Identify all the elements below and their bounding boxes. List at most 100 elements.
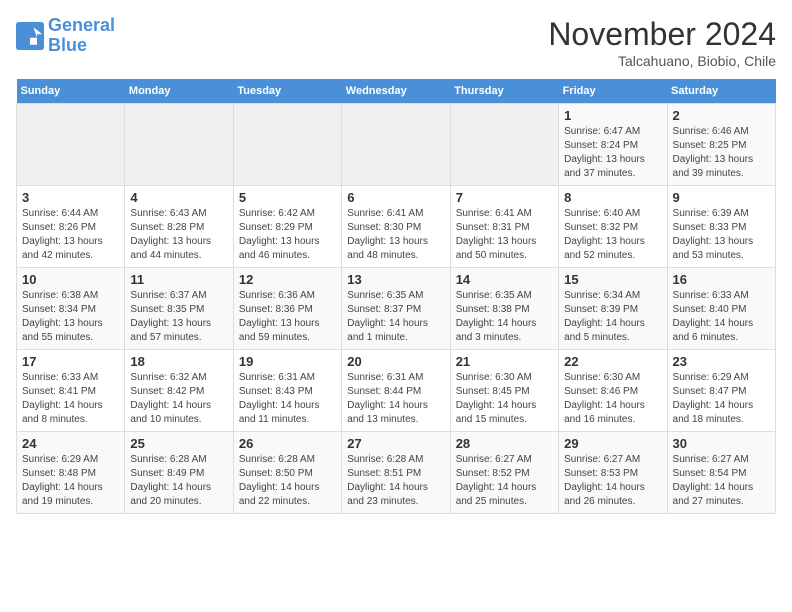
day-detail: Sunrise: 6:27 AM Sunset: 8:53 PM Dayligh…	[564, 453, 661, 509]
calendar-cell	[17, 104, 125, 186]
day-number: 14	[456, 272, 553, 287]
logo-icon	[16, 22, 44, 50]
logo: General Blue	[16, 16, 115, 56]
calendar-cell: 3Sunrise: 6:44 AM Sunset: 8:26 PM Daylig…	[17, 186, 125, 268]
calendar-cell: 29 Sunrise: 6:27 AM Sunset: 8:53 PM Dayli…	[559, 432, 667, 514]
calendar-week-row: 17Sunrise: 6:33 AM Sunset: 8:41 PM Dayli…	[17, 350, 776, 432]
day-detail: Sunrise: 6:33 AM Sunset: 8:40 PM Dayligh…	[673, 289, 770, 345]
day-number: 23	[673, 354, 770, 369]
day-number: 20	[347, 354, 444, 369]
day-number: 27	[347, 436, 444, 451]
day-number: 24	[22, 436, 119, 451]
day-number: 19	[239, 354, 336, 369]
calendar-cell: 16 Sunrise: 6:33 AM Sunset: 8:40 PM Dayli…	[667, 268, 775, 350]
day-number: 11	[130, 272, 227, 287]
calendar-week-row: 3Sunrise: 6:44 AM Sunset: 8:26 PM Daylig…	[17, 186, 776, 268]
day-detail: Sunrise: 6:30 AM Sunset: 8:45 PM Dayligh…	[456, 371, 553, 427]
calendar-cell: 13Sunrise: 6:35 AM Sunset: 8:37 PM Dayli…	[342, 268, 450, 350]
calendar-cell: 30 Sunrise: 6:27 AM Sunset: 8:54 PM Dayli…	[667, 432, 775, 514]
calendar-cell: 19 Sunrise: 6:31 AM Sunset: 8:43 PM Dayli…	[233, 350, 341, 432]
day-number: 8	[564, 190, 661, 205]
day-detail: Sunrise: 6:31 AM Sunset: 8:44 PM Dayligh…	[347, 371, 444, 427]
day-number: 29	[564, 436, 661, 451]
calendar-cell: 18Sunrise: 6:32 AM Sunset: 8:42 PM Dayli…	[125, 350, 233, 432]
calendar-week-row: 1Sunrise: 6:47 AM Sunset: 8:24 PM Daylig…	[17, 104, 776, 186]
weekday-header: Friday	[559, 79, 667, 104]
day-number: 22	[564, 354, 661, 369]
day-number: 9	[673, 190, 770, 205]
day-number: 7	[456, 190, 553, 205]
month-title: November 2024	[548, 16, 776, 53]
day-number: 10	[22, 272, 119, 287]
calendar-cell: 28Sunrise: 6:27 AM Sunset: 8:52 PM Dayli…	[450, 432, 558, 514]
logo-text: General Blue	[48, 16, 115, 56]
calendar-cell: 21 Sunrise: 6:30 AM Sunset: 8:45 PM Dayli…	[450, 350, 558, 432]
calendar-cell: 9 Sunrise: 6:39 AM Sunset: 8:33 PM Daylig…	[667, 186, 775, 268]
calendar-table: SundayMondayTuesdayWednesdayThursdayFrid…	[16, 79, 776, 514]
day-detail: Sunrise: 6:46 AM Sunset: 8:25 PM Dayligh…	[673, 125, 770, 181]
calendar-cell: 15 Sunrise: 6:34 AM Sunset: 8:39 PM Dayli…	[559, 268, 667, 350]
day-number: 17	[22, 354, 119, 369]
day-number: 6	[347, 190, 444, 205]
day-detail: Sunrise: 6:39 AM Sunset: 8:33 PM Dayligh…	[673, 207, 770, 263]
calendar-cell: 6 Sunrise: 6:41 AM Sunset: 8:30 PM Daylig…	[342, 186, 450, 268]
weekday-header: Tuesday	[233, 79, 341, 104]
calendar-cell: 5Sunrise: 6:42 AM Sunset: 8:29 PM Daylig…	[233, 186, 341, 268]
calendar-cell: 11 Sunrise: 6:37 AM Sunset: 8:35 PM Dayli…	[125, 268, 233, 350]
calendar-cell	[233, 104, 341, 186]
calendar-week-row: 24 Sunrise: 6:29 AM Sunset: 8:48 PM Dayli…	[17, 432, 776, 514]
day-detail: Sunrise: 6:27 AM Sunset: 8:52 PM Dayligh…	[456, 453, 553, 509]
calendar-cell: 27 Sunrise: 6:28 AM Sunset: 8:51 PM Dayli…	[342, 432, 450, 514]
calendar-cell: 26 Sunrise: 6:28 AM Sunset: 8:50 PM Dayli…	[233, 432, 341, 514]
day-detail: Sunrise: 6:34 AM Sunset: 8:39 PM Dayligh…	[564, 289, 661, 345]
day-detail: Sunrise: 6:29 AM Sunset: 8:48 PM Dayligh…	[22, 453, 119, 509]
day-detail: Sunrise: 6:37 AM Sunset: 8:35 PM Dayligh…	[130, 289, 227, 345]
calendar-cell: 4Sunrise: 6:43 AM Sunset: 8:28 PM Daylig…	[125, 186, 233, 268]
day-detail: Sunrise: 6:28 AM Sunset: 8:50 PM Dayligh…	[239, 453, 336, 509]
day-number: 26	[239, 436, 336, 451]
calendar-cell: 20 Sunrise: 6:31 AM Sunset: 8:44 PM Dayli…	[342, 350, 450, 432]
calendar-cell: 14 Sunrise: 6:35 AM Sunset: 8:38 PM Dayli…	[450, 268, 558, 350]
calendar-cell: 10 Sunrise: 6:38 AM Sunset: 8:34 PM Dayli…	[17, 268, 125, 350]
day-detail: Sunrise: 6:35 AM Sunset: 8:38 PM Dayligh…	[456, 289, 553, 345]
day-detail: Sunrise: 6:38 AM Sunset: 8:34 PM Dayligh…	[22, 289, 119, 345]
day-detail: Sunrise: 6:28 AM Sunset: 8:51 PM Dayligh…	[347, 453, 444, 509]
day-number: 13	[347, 272, 444, 287]
day-detail: Sunrise: 6:32 AM Sunset: 8:42 PM Dayligh…	[130, 371, 227, 427]
day-detail: Sunrise: 6:30 AM Sunset: 8:46 PM Dayligh…	[564, 371, 661, 427]
day-number: 30	[673, 436, 770, 451]
day-detail: Sunrise: 6:29 AM Sunset: 8:47 PM Dayligh…	[673, 371, 770, 427]
calendar-cell: 25 Sunrise: 6:28 AM Sunset: 8:49 PM Dayli…	[125, 432, 233, 514]
day-number: 1	[564, 108, 661, 123]
day-number: 25	[130, 436, 227, 451]
day-detail: Sunrise: 6:36 AM Sunset: 8:36 PM Dayligh…	[239, 289, 336, 345]
weekday-header: Wednesday	[342, 79, 450, 104]
calendar-cell: 7 Sunrise: 6:41 AM Sunset: 8:31 PM Daylig…	[450, 186, 558, 268]
calendar-cell: 23 Sunrise: 6:29 AM Sunset: 8:47 PM Dayli…	[667, 350, 775, 432]
calendar-cell	[125, 104, 233, 186]
calendar-cell: 22 Sunrise: 6:30 AM Sunset: 8:46 PM Dayli…	[559, 350, 667, 432]
title-block: November 2024 Talcahuano, Biobio, Chile	[548, 16, 776, 69]
day-number: 21	[456, 354, 553, 369]
day-detail: Sunrise: 6:27 AM Sunset: 8:54 PM Dayligh…	[673, 453, 770, 509]
calendar-cell	[450, 104, 558, 186]
day-number: 2	[673, 108, 770, 123]
day-detail: Sunrise: 6:40 AM Sunset: 8:32 PM Dayligh…	[564, 207, 661, 263]
calendar-cell: 24 Sunrise: 6:29 AM Sunset: 8:48 PM Dayli…	[17, 432, 125, 514]
day-number: 5	[239, 190, 336, 205]
weekday-header-row: SundayMondayTuesdayWednesdayThursdayFrid…	[17, 79, 776, 104]
day-detail: Sunrise: 6:28 AM Sunset: 8:49 PM Dayligh…	[130, 453, 227, 509]
calendar-cell: 12Sunrise: 6:36 AM Sunset: 8:36 PM Dayli…	[233, 268, 341, 350]
day-detail: Sunrise: 6:41 AM Sunset: 8:30 PM Dayligh…	[347, 207, 444, 263]
day-number: 15	[564, 272, 661, 287]
day-detail: Sunrise: 6:31 AM Sunset: 8:43 PM Dayligh…	[239, 371, 336, 427]
weekday-header: Saturday	[667, 79, 775, 104]
day-detail: Sunrise: 6:41 AM Sunset: 8:31 PM Dayligh…	[456, 207, 553, 263]
calendar-cell: 17Sunrise: 6:33 AM Sunset: 8:41 PM Dayli…	[17, 350, 125, 432]
calendar-cell: 1Sunrise: 6:47 AM Sunset: 8:24 PM Daylig…	[559, 104, 667, 186]
day-number: 16	[673, 272, 770, 287]
day-number: 3	[22, 190, 119, 205]
day-detail: Sunrise: 6:43 AM Sunset: 8:28 PM Dayligh…	[130, 207, 227, 263]
location-subtitle: Talcahuano, Biobio, Chile	[548, 53, 776, 69]
page-header: General Blue November 2024 Talcahuano, B…	[16, 16, 776, 69]
